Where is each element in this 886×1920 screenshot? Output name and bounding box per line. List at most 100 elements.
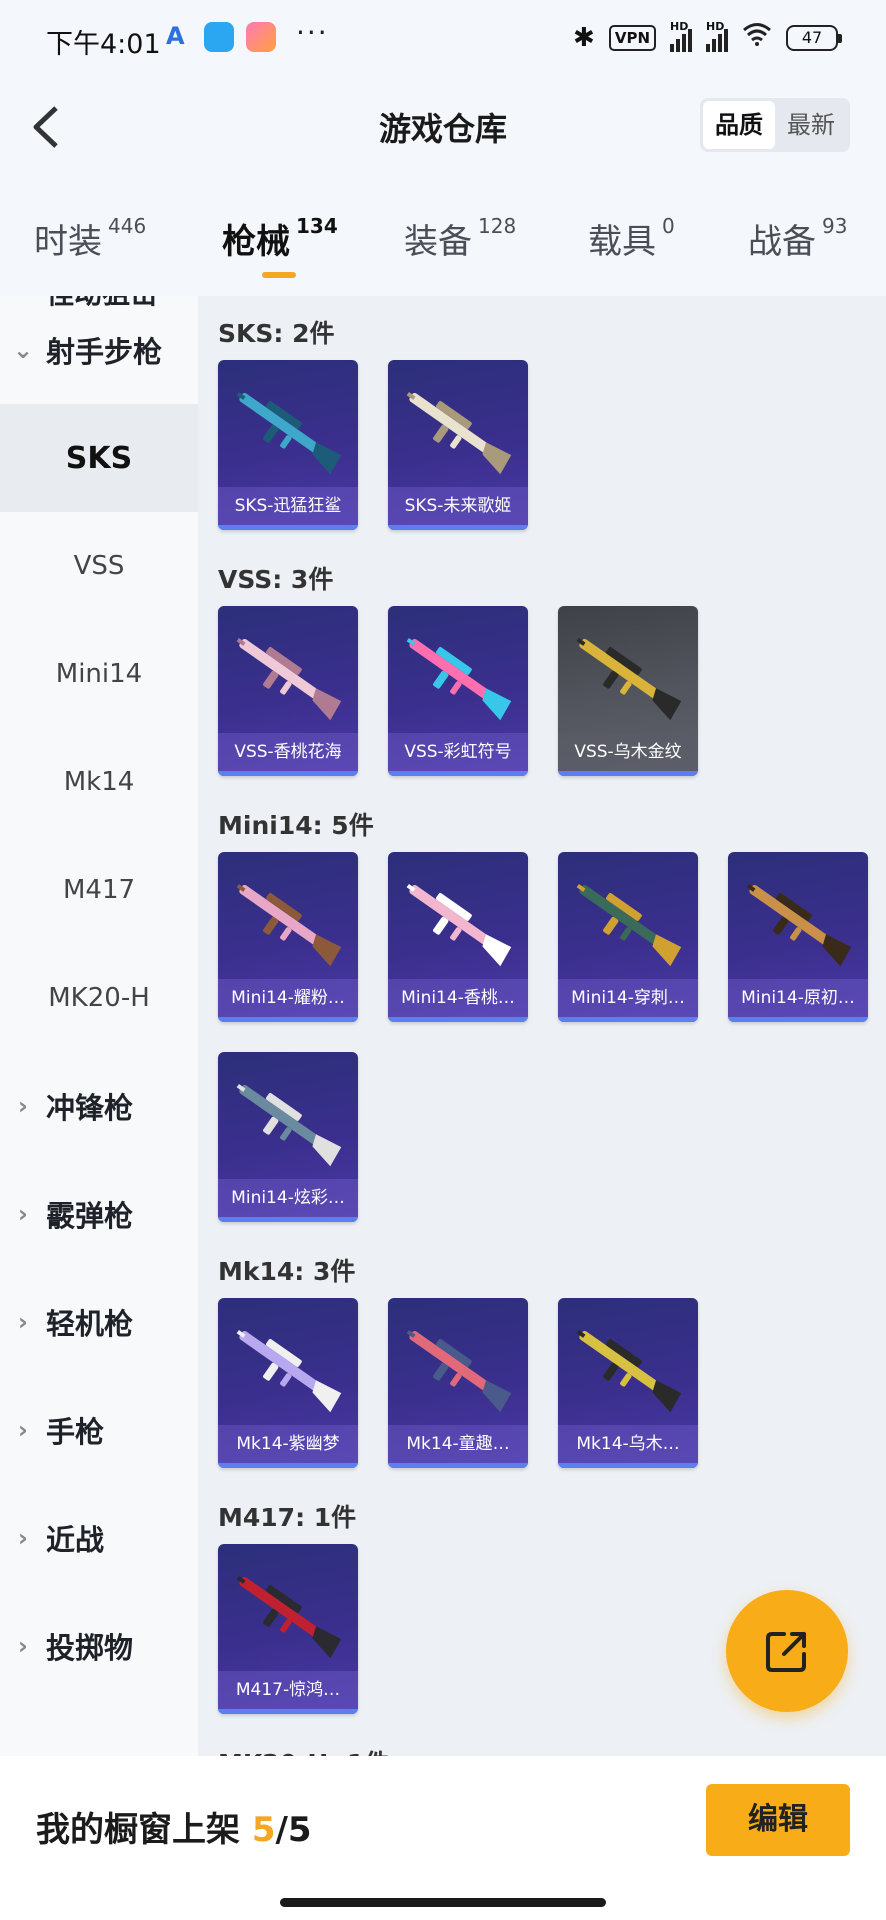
chevron-right-icon: › [18, 1092, 28, 1120]
weapon-skin-name: SKS-未来歌姬 [388, 487, 528, 525]
vpn-icon: VPN [608, 24, 656, 51]
tab-fashion[interactable]: 时装 446 [34, 214, 146, 263]
weapon-skin-name: Mk14-乌木… [558, 1425, 698, 1463]
weapon-skin-card[interactable]: M417-惊鸿… [218, 1544, 358, 1714]
status-bar: 下午4:01 A ··· ✱ VPN HD HD 47 [0, 0, 886, 76]
weapon-skin-card[interactable]: Mini14-原初… [728, 852, 868, 1022]
weapon-skin-name: VSS-乌木金纹 [558, 733, 698, 771]
showcase-total-count: /5 [275, 1810, 312, 1850]
section-title: M417: 1件 [218, 1503, 357, 1532]
sidebar-item-melee[interactable]: › 近战 [0, 1484, 198, 1592]
sidebar-item-m417[interactable]: M417 [0, 836, 198, 944]
sidebar-item-marksman-rifle[interactable]: ⌄ 射手步枪 [0, 296, 198, 404]
share-button[interactable] [726, 1590, 848, 1712]
chevron-down-icon: ⌄ [12, 336, 34, 364]
sidebar-item-pistol[interactable]: › 手枪 [0, 1376, 198, 1484]
app-header: 游戏仓库 品质 最新 [0, 76, 886, 176]
rifle-icon [576, 883, 682, 967]
rifle-icon [236, 883, 342, 967]
status-time: 下午4:01 [46, 29, 161, 60]
weapon-skin-name: VSS-香桃花海 [218, 733, 358, 771]
sidebar-item-smg[interactable]: › 冲锋枪 [0, 1052, 198, 1160]
wifi-icon [742, 22, 772, 53]
weapon-skin-card[interactable]: VSS-香桃花海 [218, 606, 358, 776]
showcase-current-count: 5 [251, 1810, 276, 1850]
sidebar-item-mini14[interactable]: Mini14 [0, 620, 198, 728]
sidebar-item-mk20h[interactable]: MK20-H [0, 944, 198, 1052]
weapon-skin-name: Mini14-穿刺… [558, 979, 698, 1017]
sort-by-quality-button[interactable]: 品质 [703, 101, 775, 149]
chevron-right-icon: › [18, 1524, 28, 1552]
weapon-skin-name: SKS-迅猛狂鲨 [218, 487, 358, 525]
chevron-right-icon: › [18, 1308, 28, 1336]
battery-icon: 47 [786, 24, 842, 51]
weapon-skin-name: Mini14-耀粉… [218, 979, 358, 1017]
chevron-right-icon: › [18, 1632, 28, 1660]
rifle-icon [406, 391, 512, 475]
bottom-bar: 我的橱窗上架 5/5 编辑 [0, 1756, 886, 1920]
weapon-skin-card[interactable]: SKS-迅猛狂鲨 [218, 360, 358, 530]
rifle-icon [236, 391, 342, 475]
weapon-skin-name: M417-惊鸿… [218, 1671, 358, 1709]
weapon-skin-name: VSS-彩虹符号 [388, 733, 528, 771]
sidebar-item-throwable[interactable]: › 投掷物 [0, 1592, 198, 1700]
weapon-skin-card[interactable]: VSS-彩虹符号 [388, 606, 528, 776]
rifle-icon [406, 883, 512, 967]
category-tabs: 时装 446 枪械 134 装备 128 载具 0 战备 93 [0, 176, 886, 296]
weapon-skin-name: Mk14-紫幽梦 [218, 1425, 358, 1463]
rifle-icon [576, 1329, 682, 1413]
edit-button[interactable]: 编辑 [706, 1784, 850, 1856]
rifle-icon [406, 1329, 512, 1413]
sort-toggle: 品质 最新 [700, 98, 850, 152]
weapon-skin-name: Mk14-童趣… [388, 1425, 528, 1463]
rifle-icon [236, 1575, 342, 1659]
sidebar-item-mk14[interactable]: Mk14 [0, 728, 198, 836]
rifle-icon [406, 637, 512, 721]
chevron-right-icon: › [18, 1200, 28, 1228]
sidebar-item-vss[interactable]: VSS [0, 512, 198, 620]
rifle-icon [236, 1083, 342, 1167]
tab-vehicles[interactable]: 载具 0 [588, 214, 675, 263]
weapon-skin-card[interactable]: Mini14-炫彩… [218, 1052, 358, 1222]
tab-equipment[interactable]: 装备 128 [404, 214, 516, 263]
weapon-grid: SKS: 2件 SKS-迅猛狂鲨 SKS-未来歌姬 VSS: 3件 VSS-香桃花海 VS… [198, 296, 886, 1756]
section-title: Mk14: 3件 [218, 1257, 356, 1286]
weapon-skin-card[interactable]: Mini14-耀粉… [218, 852, 358, 1022]
section-title: MK20-H: 1件 [218, 1744, 389, 1756]
active-tab-indicator [262, 272, 296, 278]
chevron-right-icon: › [18, 1416, 28, 1444]
tab-guns[interactable]: 枪械 134 [222, 214, 338, 263]
section-title: Mini14: 5件 [218, 811, 374, 840]
signal-2-icon: HD [706, 20, 728, 52]
sidebar-item-lmg[interactable]: › 轻机枪 [0, 1268, 198, 1376]
weapon-skin-name: Mini14-香桃… [388, 979, 528, 1017]
share-external-icon [766, 1632, 806, 1672]
signal-1-icon: HD [670, 20, 692, 52]
tab-supplies[interactable]: 战备 93 [748, 214, 847, 263]
rifle-icon [576, 637, 682, 721]
more-notifications-icon: ··· [296, 16, 329, 49]
section-title: VSS: 3件 [218, 565, 334, 594]
weapon-skin-card[interactable]: Mini14-穿刺… [558, 852, 698, 1022]
bluetooth-icon: ✱ [573, 22, 595, 53]
weapon-skin-name: Mini14-炫彩… [218, 1179, 358, 1217]
sidebar-item-shotgun[interactable]: › 霰弹枪 [0, 1160, 198, 1268]
rifle-icon [236, 1329, 342, 1413]
game-app-icon [246, 22, 276, 52]
rifle-icon [746, 883, 852, 967]
weapon-skin-card[interactable]: SKS-未来歌姬 [388, 360, 528, 530]
weapon-skin-name: Mini14-原初… [728, 979, 868, 1017]
section-title: SKS: 2件 [218, 319, 335, 348]
weapon-skin-card[interactable]: Mk14-童趣… [388, 1298, 528, 1468]
weapon-skin-card[interactable]: VSS-乌木金纹 [558, 606, 698, 776]
weapon-sidebar: 怪动狙击 ⌄ 射手步枪 SKS VSS Mini14 Mk14 M417 MK2… [0, 296, 198, 1756]
sort-by-newest-button[interactable]: 最新 [775, 101, 847, 149]
notification-app-icon [204, 22, 234, 52]
showcase-count-label: 我的橱窗上架 5/5 [36, 1810, 312, 1850]
font-app-icon: A [166, 22, 185, 50]
sidebar-item-sks[interactable]: SKS [0, 404, 198, 512]
weapon-skin-card[interactable]: Mk14-乌木… [558, 1298, 698, 1468]
weapon-skin-card[interactable]: Mk14-紫幽梦 [218, 1298, 358, 1468]
home-indicator [280, 1898, 606, 1907]
weapon-skin-card[interactable]: Mini14-香桃… [388, 852, 528, 1022]
